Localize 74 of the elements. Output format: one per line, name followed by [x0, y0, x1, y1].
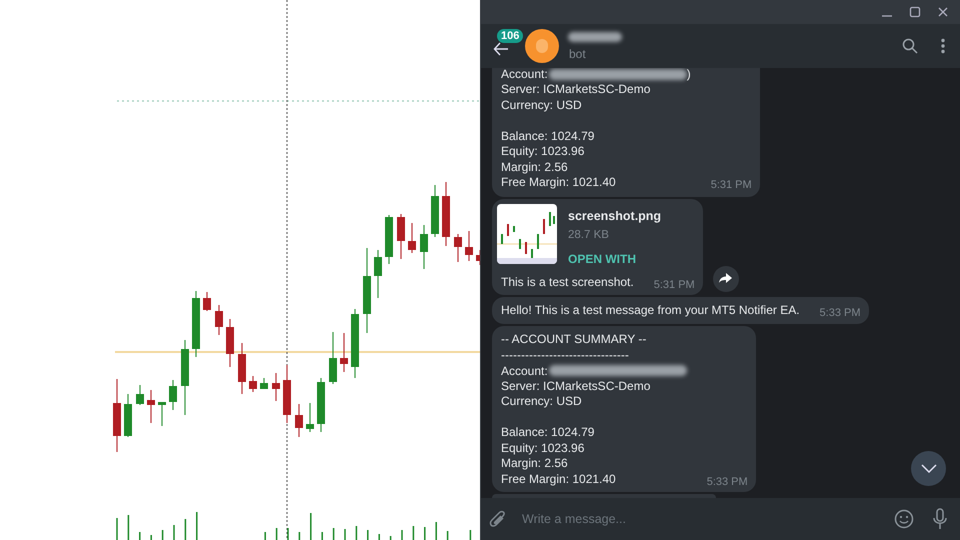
- file-size: 28.7 KB: [568, 228, 610, 244]
- message-time: 5:33 PM: [706, 474, 748, 490]
- candle: [351, 308, 359, 378]
- candle: [203, 292, 211, 312]
- open-with-button[interactable]: OPEN WITH: [568, 250, 662, 268]
- unread-badge: 106: [497, 29, 524, 43]
- close-icon[interactable]: [936, 5, 950, 19]
- message-time: 5:31 PM: [710, 178, 752, 193]
- message-time: 5:31 PM: [654, 278, 695, 293]
- candle: [238, 342, 246, 394]
- candle: [215, 304, 223, 336]
- message-line: Account:: [501, 68, 548, 84]
- search-icon[interactable]: [902, 38, 918, 54]
- message-line: Margin: 2.56: [501, 160, 569, 175]
- candle: [317, 378, 325, 432]
- candle: [420, 224, 428, 270]
- microphone-icon[interactable]: [932, 508, 948, 530]
- message-line: -- ACCOUNT SUMMARY --: [501, 332, 648, 348]
- candle: [329, 332, 337, 384]
- message-line: Currency: USD: [501, 98, 583, 113]
- candle: [169, 380, 177, 410]
- message-time: 5:33 PM: [820, 306, 861, 320]
- chat-subtitle: bot: [569, 46, 587, 62]
- candle: [476, 250, 480, 266]
- message-line: Balance: 1024.79: [501, 128, 596, 144]
- candle: [124, 394, 132, 438]
- message-line: Currency: USD: [501, 394, 583, 410]
- message-line: Margin: 2.56: [501, 456, 569, 472]
- redaction-blur: [568, 32, 622, 42]
- message-line: Equity: 1023.96: [501, 144, 586, 160]
- forward-arrow-icon: [719, 273, 732, 284]
- candle: [431, 184, 439, 238]
- candle: [306, 402, 314, 432]
- message-line: Free Margin: 1021.40: [501, 472, 617, 487]
- message-line: Server: ICMarketsSC-Demo: [501, 378, 652, 394]
- candle: [158, 402, 166, 426]
- forward-button[interactable]: [712, 266, 739, 292]
- message-line: --------------------------------: [501, 348, 630, 363]
- candle: [283, 364, 291, 424]
- candle: [408, 222, 416, 254]
- candle: [249, 376, 257, 392]
- candle: [340, 332, 348, 372]
- more-options-icon[interactable]: [940, 38, 946, 54]
- candle: [385, 214, 393, 264]
- back-arrow-icon[interactable]: [493, 42, 509, 56]
- thumbnail-chart-drawing[interactable]: [497, 204, 557, 264]
- maximize-icon[interactable]: [908, 5, 922, 19]
- candle: [454, 234, 462, 262]
- message-line: Balance: 1024.79: [501, 425, 596, 440]
- candle: [226, 318, 234, 368]
- avatar: [525, 29, 559, 63]
- candle: [397, 214, 405, 260]
- message-line: Equity: 1023.96: [501, 440, 586, 456]
- message-line: Free Margin: 1021.40: [501, 175, 617, 190]
- scroll-down-button[interactable]: [911, 451, 946, 486]
- smiley-icon[interactable]: [894, 509, 914, 529]
- candle: [295, 404, 303, 438]
- candle: [192, 290, 200, 358]
- candle: [260, 378, 268, 390]
- paperclip-icon[interactable]: [489, 509, 507, 529]
- candle: [136, 384, 144, 406]
- message-line: Server: ICMarketsSC-Demo: [501, 82, 652, 98]
- file-caption: This is a test screenshot.: [501, 274, 634, 290]
- candle: [465, 230, 473, 262]
- candle: [147, 390, 155, 424]
- message-line: ): [686, 68, 691, 84]
- candle: [442, 182, 450, 246]
- message-input-field[interactable]: Write a message...: [507, 498, 894, 540]
- candle: [272, 372, 280, 402]
- chevron-down-icon: [920, 464, 936, 473]
- candle: [374, 250, 382, 298]
- message-line: Account:: [501, 362, 548, 380]
- file-name: screenshot.png: [568, 208, 662, 225]
- message-line: Hello! This is a test message from your MT5 Notifier EA.: [501, 302, 800, 318]
